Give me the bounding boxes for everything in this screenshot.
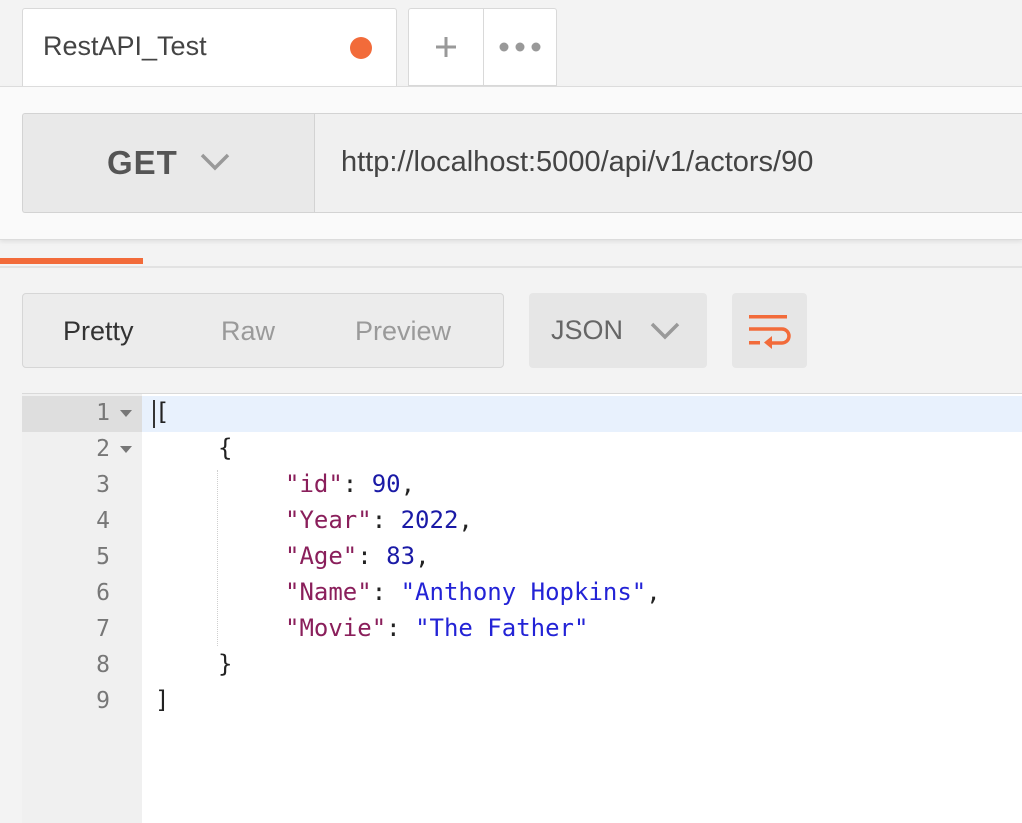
method-select[interactable]: GET: [22, 113, 314, 213]
wrap-lines-button[interactable]: [732, 293, 807, 368]
code-line-open-object: {: [218, 434, 233, 462]
view-mode-raw[interactable]: Raw: [221, 316, 275, 347]
json-colon: :: [357, 542, 387, 570]
url-input[interactable]: http://localhost:5000/api/v1/actors/90: [314, 113, 1022, 213]
wrap-lines-icon: [748, 314, 791, 349]
json-colon: :: [371, 578, 401, 606]
code-line-field: "Name": "Anthony Hopkins",: [285, 578, 661, 606]
format-label: JSON: [551, 315, 624, 345]
code-line-close-array: ]: [155, 686, 170, 714]
url-text: http://localhost:5000/api/v1/actors/90: [341, 146, 814, 178]
code-line-open-array: [: [155, 398, 170, 426]
code-line-field: "Movie": "The Father": [285, 614, 588, 642]
json-comma: ,: [400, 470, 416, 498]
response-tabs-divider: [0, 266, 1022, 268]
json-value: 2022: [400, 506, 459, 534]
active-response-tab-indicator: [0, 258, 143, 264]
indent-guide: [217, 470, 218, 646]
more-tabs-button[interactable]: [484, 8, 557, 86]
new-tab-button[interactable]: [408, 8, 484, 86]
view-mode-preview[interactable]: Preview: [355, 316, 451, 347]
unsaved-dot-icon: [350, 37, 372, 59]
view-mode-pretty[interactable]: Pretty: [63, 316, 134, 347]
json-colon: :: [371, 506, 401, 534]
line-number: 2: [96, 436, 110, 462]
line-number: 1: [96, 400, 110, 426]
json-value: "The Father": [415, 614, 589, 642]
code-line-close-object: }: [218, 650, 233, 678]
chevron-down-icon: [200, 153, 230, 171]
request-tab[interactable]: RestAPI_Test: [22, 8, 397, 94]
method-label: GET: [107, 144, 178, 181]
json-value: "Anthony Hopkins": [400, 578, 647, 606]
json-value: 83: [386, 542, 416, 570]
json-key: "Name": [285, 578, 372, 606]
json-key: "Movie": [285, 614, 387, 642]
tab-title: RestAPI_Test: [43, 31, 207, 61]
chevron-down-icon: [650, 322, 680, 340]
json-comma: ,: [646, 578, 661, 606]
plus-icon: [436, 37, 456, 57]
json-value: 90: [371, 470, 401, 498]
json-comma: ,: [415, 542, 430, 570]
active-line-highlight: [142, 396, 1022, 432]
line-number: 5: [96, 544, 110, 570]
view-mode-switcher: Pretty Raw Preview: [22, 293, 504, 368]
code-line-field: "Age": 83,: [285, 542, 430, 570]
line-number: 8: [96, 652, 110, 678]
json-key: "Year": [285, 506, 372, 534]
ellipsis-icon: [499, 42, 541, 52]
line-number: 6: [96, 580, 110, 606]
json-key: "Age": [285, 542, 358, 570]
fold-arrow-icon[interactable]: [120, 410, 132, 417]
code-line-field: "Year": 2022,: [285, 506, 473, 534]
format-select[interactable]: JSON: [529, 293, 707, 368]
hidden-tab-hint: [494, 228, 534, 242]
line-number: 7: [96, 616, 110, 642]
code-line-field: "id": 90,: [285, 470, 415, 498]
json-key: "id": [285, 470, 343, 498]
json-colon: :: [386, 614, 416, 642]
fold-arrow-icon[interactable]: [120, 446, 132, 453]
line-number: 3: [96, 472, 110, 498]
response-body-editor[interactable]: [22, 393, 1022, 823]
json-colon: :: [342, 470, 372, 498]
json-comma: ,: [458, 506, 473, 534]
line-number: 4: [96, 508, 110, 534]
line-number: 9: [96, 688, 110, 714]
